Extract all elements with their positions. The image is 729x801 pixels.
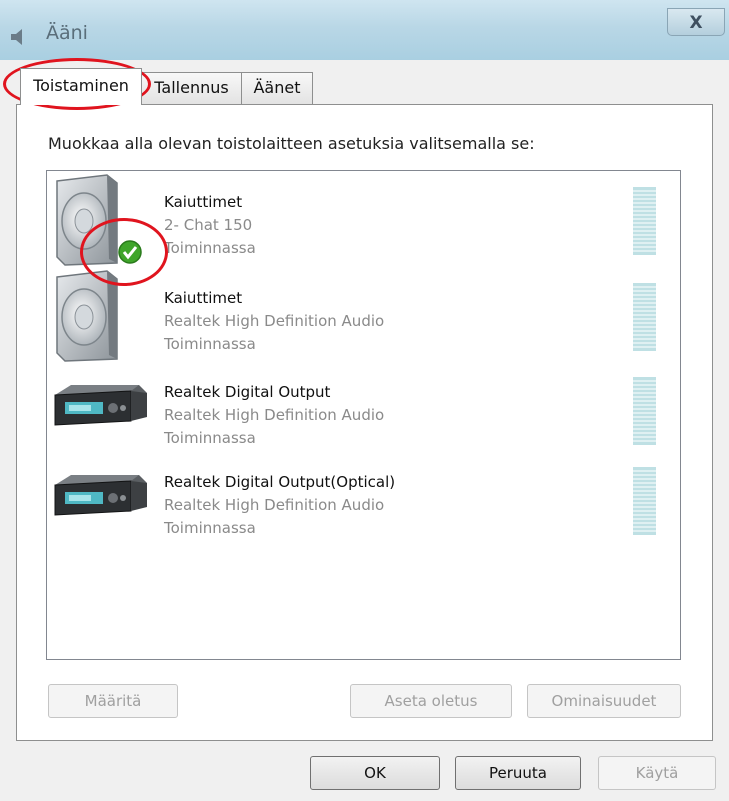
- device-status: Toiminnassa: [164, 335, 256, 353]
- device-name: Kaiuttimet: [164, 193, 243, 211]
- default-check-icon: [118, 240, 142, 264]
- set-default-button[interactable]: Aseta oletus: [350, 684, 512, 718]
- sound-dialog: Ääni X Toistaminen Tallennus Äänet Muokk…: [0, 0, 729, 801]
- device-description: Realtek High Definition Audio: [164, 312, 385, 330]
- volume-meter: [633, 187, 656, 255]
- device-name: Realtek Digital Output(Optical): [164, 473, 396, 491]
- cancel-button[interactable]: Peruuta: [455, 756, 581, 790]
- properties-button[interactable]: Ominaisuudet: [527, 684, 681, 718]
- tab-recording[interactable]: Tallennus: [141, 72, 242, 104]
- device-list[interactable]: Kaiuttimet 2- Chat 150 Toiminnassa Kaiut…: [46, 170, 681, 660]
- properties-label: Ominaisuudet: [551, 692, 657, 710]
- device-item[interactable]: Realtek Digital Output(Optical) Realtek …: [47, 453, 680, 547]
- tab-recording-label: Tallennus: [154, 78, 229, 97]
- instruction-text: Muokkaa alla olevan toistolaitteen asetu…: [48, 134, 535, 153]
- device-status: Toiminnassa: [164, 239, 256, 257]
- tab-sounds[interactable]: Äänet: [241, 72, 313, 104]
- apply-label: Käytä: [635, 764, 679, 782]
- device-item[interactable]: Kaiuttimet 2- Chat 150 Toiminnassa: [47, 173, 680, 267]
- device-status: Toiminnassa: [164, 429, 256, 447]
- digital-output-device-icon: [54, 475, 147, 516]
- volume-meter: [633, 283, 656, 351]
- set-default-label: Aseta oletus: [384, 692, 478, 710]
- window-title: Ääni: [46, 22, 88, 44]
- speaker-volume-icon: [11, 29, 22, 45]
- speaker-icon: [56, 270, 118, 362]
- device-status: Toiminnassa: [164, 519, 256, 537]
- cancel-label: Peruuta: [489, 764, 547, 782]
- device-name: Kaiuttimet: [164, 289, 243, 307]
- apply-button[interactable]: Käytä: [598, 756, 716, 790]
- tab-sounds-label: Äänet: [253, 78, 301, 97]
- device-name: Realtek Digital Output: [164, 383, 331, 401]
- ok-button[interactable]: OK: [310, 756, 440, 790]
- ok-label: OK: [364, 764, 386, 782]
- configure-label: Määritä: [84, 692, 142, 710]
- device-item[interactable]: Kaiuttimet Realtek High Definition Audio…: [47, 269, 680, 363]
- close-icon: X: [689, 13, 703, 33]
- tab-playback-label: Toistaminen: [33, 76, 129, 95]
- title-bar[interactable]: Ääni X: [0, 0, 729, 60]
- device-description: Realtek High Definition Audio: [164, 406, 385, 424]
- tab-playback[interactable]: Toistaminen: [20, 68, 142, 105]
- volume-meter: [633, 377, 656, 445]
- device-description: Realtek High Definition Audio: [164, 496, 385, 514]
- device-description: 2- Chat 150: [164, 216, 253, 234]
- configure-button[interactable]: Määritä: [48, 684, 178, 718]
- volume-meter: [633, 467, 656, 535]
- device-item[interactable]: Realtek Digital Output Realtek High Defi…: [47, 363, 680, 457]
- close-button[interactable]: X: [667, 8, 725, 36]
- digital-output-device-icon: [54, 385, 147, 426]
